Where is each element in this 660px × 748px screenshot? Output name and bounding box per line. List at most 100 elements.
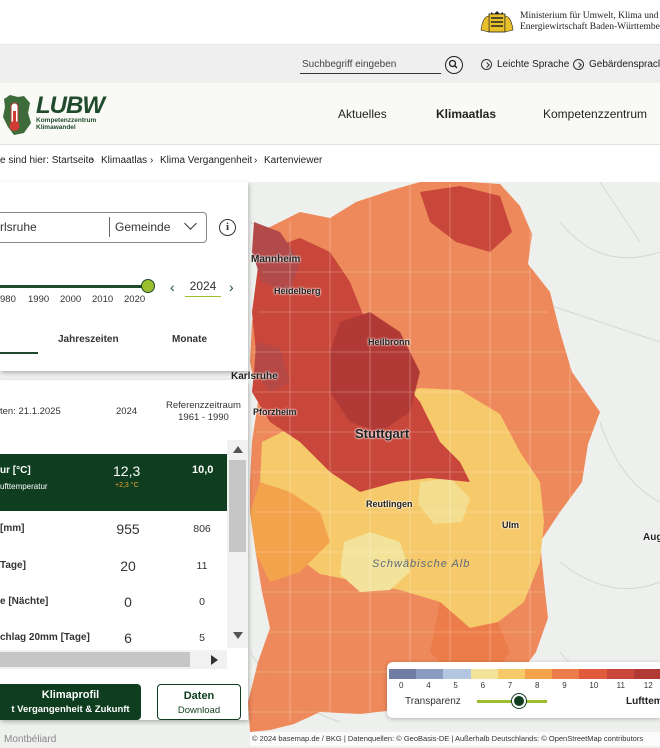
- map-label-schwaebische-alb: Schwäbische Alb: [372, 558, 471, 570]
- map-label-mannheim: Mannheim: [251, 254, 301, 265]
- breadcrumb-item[interactable]: Klima Vergangenheit: [160, 155, 252, 166]
- table-row-reference: 11: [196, 560, 208, 572]
- scroll-down-icon[interactable]: [233, 632, 243, 639]
- map-attribution[interactable]: © 2024 basemap.de / BKG | Datenquellen: …: [250, 732, 660, 746]
- map-label-reutlingen: Reutlingen: [366, 499, 413, 509]
- map-label-augsburg: Aug: [643, 532, 660, 543]
- search-input[interactable]: [300, 56, 441, 74]
- legend-tick: 10: [589, 681, 599, 690]
- year-tick: 1990: [28, 294, 50, 305]
- search-icon: [448, 59, 458, 69]
- nav-item-kompetenzzentrum[interactable]: Kompetenzzentrum: [543, 107, 647, 121]
- year-slider-track[interactable]: [0, 285, 148, 288]
- ministry-name[interactable]: Ministerium für Umwelt, Klima und Energi…: [520, 11, 660, 33]
- legend-swatch: [389, 669, 417, 679]
- arrow-circle-icon: [481, 59, 492, 70]
- breadcrumb: e sind hier: Startseite › Klimaatlas › K…: [0, 145, 660, 182]
- search-button[interactable]: [445, 56, 463, 74]
- data-download-button[interactable]: Daten Download: [157, 684, 241, 720]
- ministry-header: Ministerium für Umwelt, Klima und Energi…: [0, 0, 660, 45]
- logo-subtitle: Kompetenzzentrum Klimawandel: [36, 117, 97, 131]
- region-value[interactable]: rlsruhe: [0, 220, 37, 234]
- map-label-montbeliard: Montbéliard: [4, 734, 57, 745]
- table-row-value: 6: [124, 630, 132, 646]
- column-header-year: 2024: [116, 406, 138, 417]
- table-row-value: 955: [116, 521, 140, 537]
- next-year-button[interactable]: ›: [229, 279, 234, 295]
- table-row-label[interactable]: [mm]: [0, 523, 24, 534]
- year-tick: 2020: [124, 294, 146, 305]
- tab-jahreszeiten[interactable]: Jahreszeiten: [58, 334, 119, 345]
- table-row-label[interactable]: e [Nächte]: [0, 596, 48, 607]
- variable-value: 12,3: [113, 463, 141, 479]
- tab-monate[interactable]: Monate: [172, 334, 207, 345]
- vertical-scrollbar-thumb[interactable]: [229, 460, 246, 552]
- legend-variable-label: Lufttem: [626, 696, 660, 707]
- legend-swatch: [552, 669, 580, 679]
- map-label-heilbronn: Heilbronn: [368, 337, 410, 347]
- legend-tick: 7: [507, 681, 513, 690]
- legend-tick: 9: [562, 681, 567, 690]
- legend-tick: 4: [426, 681, 431, 690]
- legend-tick: 12: [643, 681, 653, 690]
- year-tick: 2010: [92, 294, 114, 305]
- table-row-label[interactable]: Tage]: [0, 560, 26, 571]
- legend-swatch: [443, 669, 471, 679]
- variable-label: ur [°C]: [0, 465, 31, 476]
- map-label-stuttgart: Stuttgart: [355, 426, 410, 441]
- year-input[interactable]: 2024: [185, 279, 221, 297]
- region-year-panel: [0, 182, 248, 371]
- legend-swatch: [606, 669, 634, 679]
- table-row-reference: 0: [199, 596, 205, 608]
- breadcrumb-item: Kartenviewer: [264, 155, 323, 166]
- logo-wordmark: LUBW: [36, 92, 105, 119]
- legend-tick: 5: [453, 681, 458, 690]
- table-row-label[interactable]: chlag 20mm [Tage]: [0, 632, 90, 643]
- nav-item-klimaatlas[interactable]: Klimaatlas: [436, 107, 496, 121]
- legend-swatch: [497, 669, 525, 679]
- scroll-up-icon[interactable]: [233, 446, 243, 453]
- legend-tick: 6: [480, 681, 486, 690]
- previous-year-button[interactable]: ‹: [170, 279, 175, 295]
- klimaprofil-button[interactable]: Klimaprofil t Vergangenheit & Zukunft: [0, 684, 141, 720]
- region-divider: [109, 217, 110, 237]
- table-row-reference: 5: [199, 632, 205, 644]
- transparency-label: Transparenz: [405, 696, 461, 707]
- scroll-right-icon[interactable]: [211, 655, 218, 665]
- legend-swatch: [579, 669, 607, 679]
- legend-swatch: [525, 669, 553, 679]
- table-row-value: 20: [120, 558, 136, 574]
- year-tick: 980: [0, 294, 16, 305]
- info-icon[interactable]: i: [219, 219, 236, 236]
- year-slider-handle[interactable]: [141, 279, 155, 293]
- variable-reference: 10,0: [192, 464, 214, 476]
- horizontal-scrollbar-thumb[interactable]: [0, 652, 190, 667]
- legend-swatch: [633, 669, 660, 679]
- chevron-right-icon: ›: [150, 155, 154, 166]
- sign-language-link[interactable]: Gebärdenspracl: [573, 59, 660, 70]
- climate-values-panel: [0, 380, 248, 720]
- legend-tick: 8: [535, 681, 540, 690]
- chevron-right-icon: ›: [91, 155, 95, 166]
- map-label-ulm: Ulm: [502, 520, 520, 530]
- nav-item-aktuelles[interactable]: Aktuelles: [338, 107, 387, 121]
- map-label-pforzheim: Pforzheim: [253, 407, 297, 417]
- variable-sublabel: ufttemperatur: [0, 482, 48, 491]
- data-date: ten: 21.1.2025: [0, 406, 61, 417]
- legend-swatch: [416, 669, 444, 679]
- year-tick: 2000: [60, 294, 82, 305]
- tab-year-active-indicator[interactable]: [0, 352, 38, 354]
- variable-delta: +2,3 °C: [115, 482, 139, 489]
- arrow-circle-icon: [573, 59, 584, 70]
- breadcrumb-item[interactable]: e sind hier: Startseite: [0, 155, 94, 166]
- transparency-slider-handle[interactable]: [512, 694, 526, 708]
- legend-swatch: [470, 669, 498, 679]
- chevron-right-icon: ›: [254, 155, 258, 166]
- coat-of-arms-logo: [480, 11, 514, 33]
- legend-tick: 0: [399, 681, 404, 690]
- legend-tick: 11: [616, 681, 625, 690]
- easy-language-link[interactable]: Leichte Sprache: [481, 59, 569, 70]
- map-label-heidelberg: Heidelberg: [274, 286, 321, 296]
- region-type-select[interactable]: Gemeinde: [115, 220, 170, 234]
- breadcrumb-item[interactable]: Klimaatlas: [101, 155, 147, 166]
